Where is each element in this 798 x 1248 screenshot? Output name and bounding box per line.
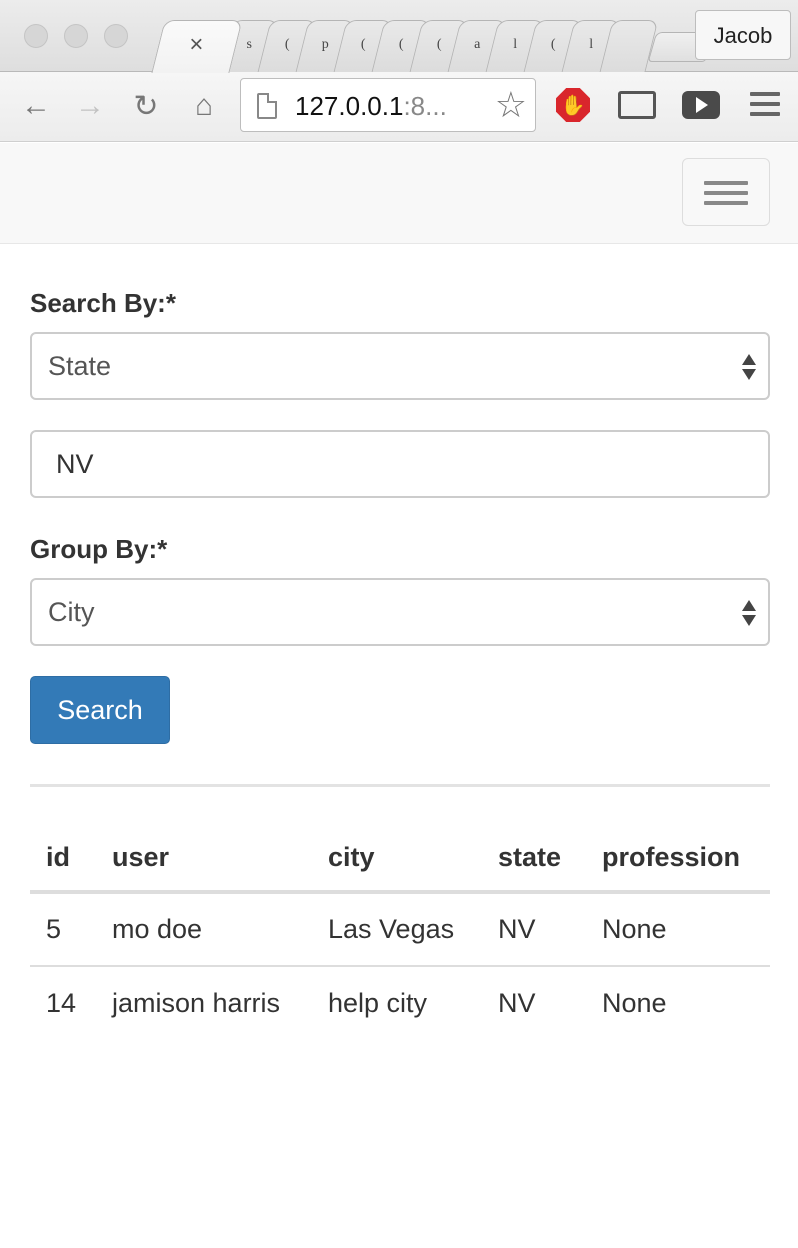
youtube-play-icon[interactable]: [682, 91, 720, 119]
column-header-city[interactable]: city: [312, 824, 482, 894]
window-close-light[interactable]: [24, 24, 48, 48]
address-bar[interactable]: 127.0.0.1:8... ☆: [240, 78, 536, 132]
cast-icon[interactable]: [618, 91, 656, 119]
browser-toolbar: ← → ↻ ⌂ 127.0.0.1:8... ☆: [0, 72, 798, 142]
column-header-profession[interactable]: profession: [586, 824, 770, 894]
cell-id: 14: [30, 965, 96, 1040]
browser-tab-strip: × s ( p ( ( ( a l ( l Jacob: [0, 0, 798, 73]
search-by-label: Search By:*: [30, 288, 176, 318]
cell-user: jamison harris: [96, 965, 312, 1040]
divider: [30, 784, 770, 787]
reload-icon[interactable]: ↻: [126, 86, 166, 126]
cell-user: mo doe: [112, 914, 203, 944]
browser-tab-active[interactable]: ×: [151, 20, 243, 73]
cell-profession: None: [602, 914, 667, 944]
table-row: 14 jamison harris help city NV None: [30, 965, 770, 1040]
table-row: 5 mo doe Las Vegas NV None: [30, 892, 770, 966]
navbar: [0, 143, 798, 244]
hamburger-bar: [704, 191, 748, 195]
bookmark-star-icon[interactable]: ☆: [495, 87, 527, 123]
navbar-toggle-button[interactable]: [682, 158, 770, 226]
table-header-row: id user city state profession: [30, 824, 770, 894]
chrome-menu-icon[interactable]: [750, 92, 780, 116]
select-arrows-icon: [742, 354, 756, 380]
column-header-user[interactable]: user: [96, 824, 312, 894]
search-value-input[interactable]: NV: [30, 430, 770, 498]
url-rest: :8...: [403, 91, 447, 121]
search-button[interactable]: Search: [30, 676, 170, 744]
column-header-state[interactable]: state: [482, 824, 586, 894]
select-arrows-icon: [742, 600, 756, 626]
hamburger-bar: [704, 181, 748, 185]
group-by-select[interactable]: City: [30, 578, 770, 646]
hamburger-bar: [704, 201, 748, 205]
page-icon: [257, 93, 277, 119]
results-table: id user city state profession 5 mo doe L…: [30, 824, 770, 1040]
column-header-id[interactable]: id: [30, 824, 96, 894]
group-by-label: Group By:*: [30, 534, 168, 564]
search-by-value: State: [48, 351, 112, 381]
cell-state: NV: [482, 965, 586, 1040]
back-arrow-icon[interactable]: ←: [16, 86, 56, 126]
cell-profession: None: [586, 965, 770, 1040]
home-icon[interactable]: ⌂: [184, 86, 224, 126]
cell-state: NV: [498, 914, 536, 944]
group-by-value: City: [48, 597, 95, 627]
window-minimize-light[interactable]: [64, 24, 88, 48]
cell-city: Las Vegas: [328, 914, 455, 944]
cell-id: 5: [46, 914, 62, 944]
window-zoom-light[interactable]: [104, 24, 128, 48]
tab-close-icon[interactable]: ×: [189, 31, 203, 59]
url-text: 127.0.0.1:8...: [295, 91, 447, 122]
cell-city: help city: [312, 965, 482, 1040]
profile-button[interactable]: Jacob: [695, 10, 791, 60]
forward-arrow-icon[interactable]: →: [70, 86, 110, 126]
search-by-select[interactable]: State: [30, 332, 770, 400]
url-host: 127.0.0.1: [295, 91, 404, 121]
